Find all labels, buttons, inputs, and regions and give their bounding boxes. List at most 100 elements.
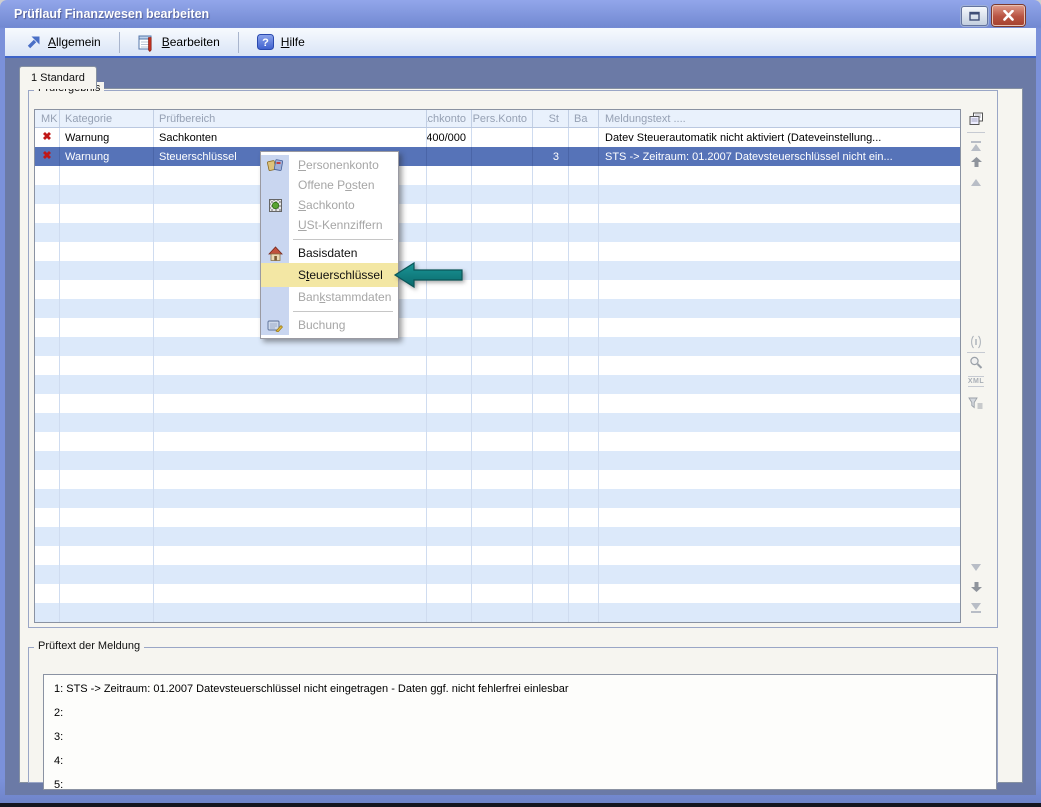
menu-label: Bankstammdaten [289,290,391,304]
table-row[interactable] [35,185,960,204]
table-row[interactable] [35,546,960,565]
menu-item-basisdaten[interactable]: Basisdaten [261,243,398,263]
scroll-last-button[interactable] [959,603,993,614]
scroll-down-button[interactable] [959,582,993,592]
table-row[interactable] [35,204,960,223]
annotation-arrow [393,260,465,290]
bearbeiten-button[interactable]: Bearbeiten [131,31,227,54]
row-count-button[interactable] [959,335,993,349]
menu-item-bankstammdaten: Bankstammdaten [261,287,398,307]
header-meldungstext[interactable]: Meldungstext .... [599,110,960,127]
personenkonto-icon [267,158,283,172]
arrow-ne-icon [26,35,41,50]
menu-gutter [261,287,289,307]
menu-gutter [261,155,289,175]
menu-gutter [261,315,289,335]
header-mk[interactable]: MK [35,110,60,127]
table-row[interactable]: ✖ Warnung Sachkonten 3400/000 Datev Steu… [35,128,960,147]
titlebar: Prüflauf Finanzwesen bearbeiten [0,0,1041,28]
message-line: 1: STS -> Zeitraum: 01.2007 Datevsteuers… [54,681,986,698]
filter-icon [968,397,984,409]
table-row[interactable] [35,413,960,432]
toolbar-separator [238,32,239,53]
table-row[interactable] [35,356,960,375]
table-row[interactable] [35,318,960,337]
svg-text:?: ? [262,37,269,49]
table-row[interactable] [35,299,960,318]
menu-item-steuerschluessel[interactable]: Steuerschlüssel [261,263,398,287]
close-button[interactable] [992,5,1025,26]
table-row[interactable] [35,508,960,527]
menu-label: Sachkonto [289,198,355,212]
toolbar-separator [119,32,120,53]
buchung-icon [267,319,283,332]
cell-kategorie: Warnung [60,147,154,166]
table-empty-rows [35,166,960,622]
table-row[interactable] [35,223,960,242]
table-row[interactable] [35,337,960,356]
menu-label: Offene Posten [289,178,375,192]
menu-gutter [261,215,289,235]
search-icon [969,356,983,370]
message-line: 4: [54,753,986,770]
cell-st: 3 [533,147,569,166]
header-pruefbereich[interactable]: Prüfbereich [154,110,427,127]
message-text-box[interactable]: 1: STS -> Zeitraum: 01.2007 Datevsteuers… [43,674,997,790]
table-row[interactable] [35,489,960,508]
table-row[interactable] [35,280,960,299]
search-button[interactable] [959,356,993,370]
scroll-down-icon [971,582,982,592]
scroll-page-down-button[interactable] [959,564,993,571]
header-st[interactable]: St [533,110,569,127]
allgemein-label: Allgemein [48,35,101,49]
context-menu: Personenkonto Offene Posten Sachkonto US… [260,151,399,339]
window-title: Prüflauf Finanzwesen bearbeiten [14,7,209,21]
menu-gutter [261,263,289,287]
scroll-first-icon [971,144,981,151]
menu-label: Basisdaten [289,246,357,260]
message-line: 2: [54,705,986,722]
scroll-page-up-button[interactable] [959,179,993,186]
xml-icon: XML [968,376,984,387]
tab-standard[interactable]: 1 Standard [19,66,97,89]
cell-ba [569,128,599,147]
table-row[interactable] [35,394,960,413]
table-row[interactable] [35,261,960,280]
header-ba[interactable]: Ba [569,110,599,127]
table-header: MK Kategorie Prüfbereich Sachkonto Pers.… [35,110,960,128]
header-perskonto[interactable]: Pers.Konto [472,110,533,127]
table-row[interactable] [35,603,960,622]
table-row[interactable] [35,470,960,489]
edit-form-icon [138,33,155,52]
header-sachkonto[interactable]: Sachkonto [427,110,472,127]
table-row[interactable] [35,166,960,185]
separator [967,352,985,353]
filter-button[interactable] [959,397,993,409]
hilfe-button[interactable]: ? Hilfe [250,32,312,52]
table-row[interactable] [35,584,960,603]
scroll-up-button[interactable] [959,157,993,167]
column-chooser-button[interactable] [959,112,993,126]
menu-item-offene-posten: Offene Posten [261,175,398,195]
error-cross-icon: ✖ [42,132,51,143]
allgemein-button[interactable]: Allgemein [19,33,108,52]
cell-perskonto [472,147,533,166]
xml-export-button[interactable]: XML [959,376,993,387]
table-row[interactable] [35,451,960,470]
scroll-first-button[interactable] [959,140,993,151]
menu-gutter [261,195,289,215]
menu-gutter [261,175,289,195]
header-kategorie[interactable]: Kategorie [60,110,154,127]
table-row[interactable] [35,565,960,584]
cell-ba [569,147,599,166]
table-row[interactable] [35,432,960,451]
table-row[interactable] [35,375,960,394]
table-row[interactable] [35,242,960,261]
message-group-label: Prüftext der Meldung [34,640,144,652]
table-row[interactable] [35,527,960,546]
maximize-button[interactable] [961,6,988,26]
row-count-icon [970,335,982,349]
cell-sachkonto: 3400/000 [427,128,472,147]
table-row-selected[interactable]: ✖ Warnung Steuerschlüssel 3 STS -> Zeitr… [35,147,960,166]
menu-separator [261,307,398,315]
